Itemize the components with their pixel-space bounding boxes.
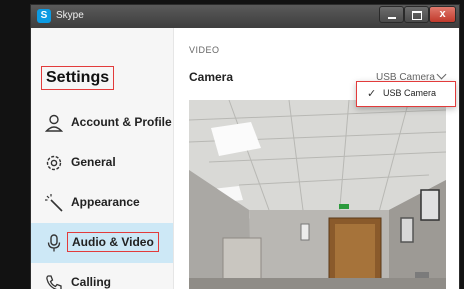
- camera-preview-image: [189, 100, 446, 289]
- sidebar-item-label: Audio & Video: [67, 232, 159, 252]
- sidebar-item-account-profile[interactable]: Account & Profile: [31, 103, 173, 143]
- camera-preview: [189, 100, 446, 289]
- checkmark-icon: ✓: [367, 88, 377, 100]
- sidebar-item-audio-video[interactable]: Audio & Video: [31, 223, 173, 263]
- dropdown-option[interactable]: USB Camera: [383, 88, 436, 98]
- title-bar: S Skype x: [31, 5, 459, 28]
- phone-icon: [46, 275, 62, 289]
- minimize-button[interactable]: [379, 6, 404, 23]
- sidebar-item-appearance[interactable]: Appearance: [31, 183, 173, 223]
- maximize-button[interactable]: [404, 6, 429, 23]
- settings-content: VIDEO Camera USB Camera ✓ USB Camera: [174, 28, 459, 289]
- sidebar-item-general[interactable]: General: [31, 143, 173, 183]
- microphone-icon: [47, 234, 61, 252]
- camera-label: Camera: [189, 70, 234, 84]
- camera-dropdown-menu: ✓ USB Camera: [356, 81, 456, 107]
- window-title: Skype: [56, 10, 84, 21]
- sidebar-item-label: Calling: [71, 275, 112, 289]
- sidebar-item-label: General: [71, 155, 116, 169]
- magic-wand-icon: [45, 194, 63, 212]
- skype-logo-icon: S: [37, 9, 51, 23]
- gear-icon: [46, 155, 62, 171]
- section-heading: VIDEO: [189, 45, 220, 55]
- close-icon: x: [439, 8, 446, 20]
- sidebar-item-label: Appearance: [71, 195, 140, 209]
- skype-window: S Skype x Settings Account & Profile Gen…: [31, 5, 459, 289]
- sidebar-item-label: Account & Profile: [71, 115, 172, 129]
- sidebar-item-calling[interactable]: Calling: [31, 263, 173, 289]
- close-button[interactable]: x: [429, 6, 456, 23]
- settings-sidebar: Settings Account & Profile General Appea: [31, 28, 174, 289]
- person-icon: [44, 114, 64, 132]
- chevron-down-icon: [436, 69, 447, 80]
- settings-title: Settings: [41, 66, 115, 90]
